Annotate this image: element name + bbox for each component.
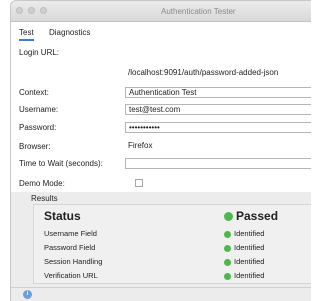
result-row-label: Verification URL [44, 271, 98, 280]
login-url-value: /localhost:9091/auth/password-added-json [128, 68, 279, 77]
close-window-button[interactable] [16, 7, 23, 14]
results-section-label: Results [31, 194, 58, 203]
context-field[interactable]: Authentication Test [125, 87, 311, 98]
result-value-text: Identified [234, 271, 265, 280]
result-value-text: Identified [234, 257, 265, 266]
tab-test[interactable]: Test [19, 26, 34, 41]
browser-value: Firefox [128, 141, 153, 150]
result-row-value: Identified [224, 229, 264, 238]
demo-mode-label: Demo Mode: [19, 179, 65, 188]
overall-status: Passed [224, 209, 278, 223]
status-bar: i [11, 287, 311, 301]
username-field[interactable]: test@test.com [125, 104, 311, 115]
username-value: test@test.com [129, 105, 181, 114]
password-value: ••••••••••• [129, 123, 160, 132]
result-row-value: Identified [224, 257, 264, 266]
result-row-value: Identified [224, 243, 264, 252]
password-field[interactable]: ••••••••••• [125, 122, 311, 133]
username-label: Username: [19, 105, 59, 114]
status-ok-icon [224, 244, 231, 252]
status-ok-icon [224, 258, 231, 266]
result-value-text: Identified [234, 243, 265, 252]
window-title: Authentication Tester [161, 7, 236, 16]
demo-mode-checkbox[interactable] [135, 179, 143, 187]
result-row-label: Username Field [44, 229, 97, 238]
zoom-window-button[interactable] [40, 7, 47, 14]
browser-select[interactable]: Firefox [125, 141, 311, 152]
minimize-window-button[interactable] [28, 7, 35, 14]
status-ok-icon [224, 272, 231, 280]
password-label: Password: [19, 123, 57, 132]
browser-label: Browser: [19, 142, 51, 151]
context-label: Context: [19, 88, 49, 97]
login-url-label: Login URL: [19, 48, 60, 57]
results-panel: Status Passed Username Field Identified … [33, 204, 311, 284]
time-to-wait-field[interactable] [125, 158, 311, 169]
tab-diagnostics[interactable]: Diagnostics [49, 26, 90, 39]
app-window: Authentication Tester Test Diagnostics L… [10, 0, 311, 301]
status-ok-icon [224, 230, 231, 238]
overall-status-text: Passed [236, 209, 279, 223]
time-to-wait-label: Time to Wait (seconds): [19, 159, 103, 168]
status-ok-icon [224, 212, 233, 222]
test-form: Login URL: /localhost:9091/auth/password… [11, 42, 311, 192]
result-row-value: Identified [224, 271, 264, 280]
context-value: Authentication Test [129, 88, 197, 97]
title-bar: Authentication Tester [11, 1, 311, 22]
result-row-label: Session Handling [44, 257, 103, 266]
result-value-text: Identified [234, 229, 265, 238]
status-header: Status [44, 209, 81, 223]
info-icon[interactable]: i [23, 290, 32, 299]
result-row-label: Password Field [44, 243, 96, 252]
login-url-field[interactable]: /localhost:9091/auth/password-added-json [125, 68, 311, 79]
tab-bar: Test Diagnostics [11, 22, 311, 43]
